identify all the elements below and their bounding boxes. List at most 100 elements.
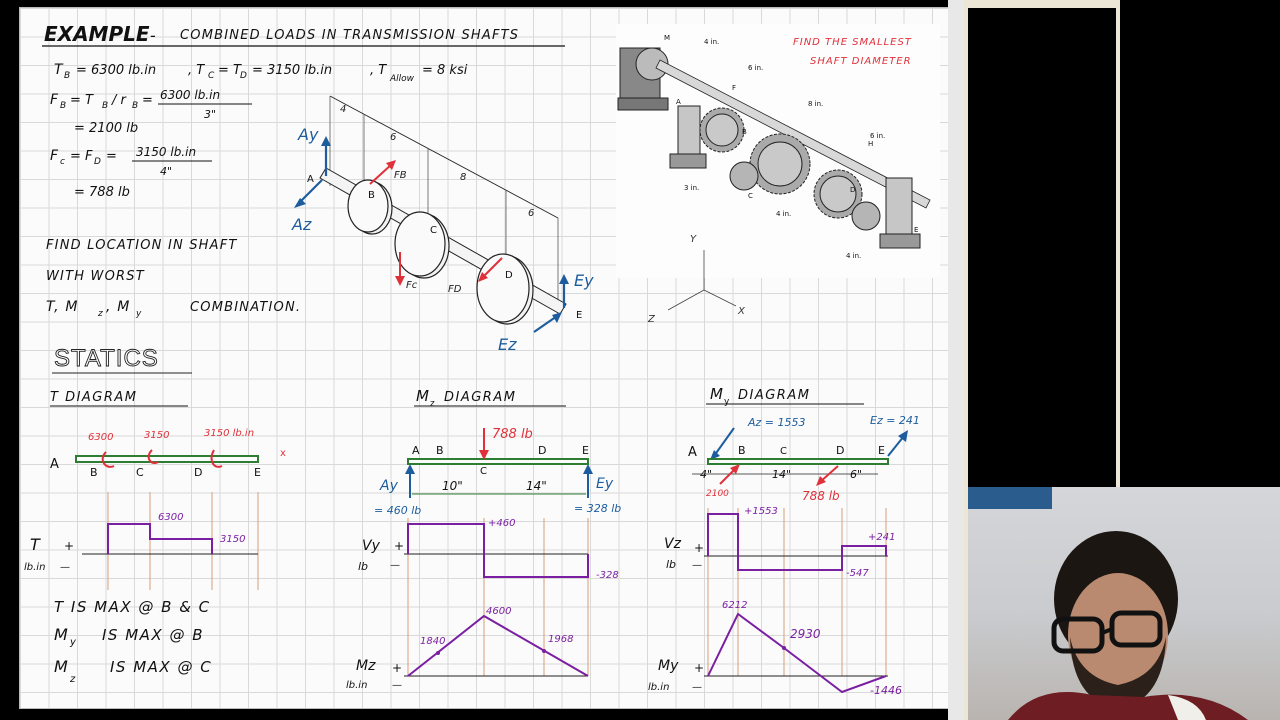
mz-value-4600: 4600: [486, 606, 511, 617]
sketch-dim-6a: 6: [390, 132, 396, 143]
my-axis-minus: —: [692, 682, 702, 693]
example-label: EXAMPLE: [44, 22, 150, 46]
sketch-fb: FB: [394, 170, 407, 181]
task-statement: FIND LOCATION IN SHAFT WITH WORST T, M z…: [46, 238, 300, 319]
figure-note-line2: SHAFT DIAMETER: [810, 56, 912, 67]
figure-label-c: C: [748, 192, 753, 200]
figure-label-e: E: [914, 226, 918, 234]
vy-value-neg: -328: [596, 570, 619, 581]
figure-note-line1: FIND THE SMALLEST: [793, 37, 912, 48]
vz-value-241: +241: [868, 532, 895, 543]
my-axis-label: My: [658, 658, 679, 674]
task-line-1: FIND LOCATION IN SHAFT: [46, 238, 238, 253]
my-shaft-bar: [707, 458, 889, 465]
mz-shaft-bar: [407, 458, 589, 465]
my-title-rest: DIAGRAM: [738, 388, 810, 403]
my-az-value: Az = 1553: [747, 416, 806, 429]
td-symbol: = T: [218, 63, 242, 78]
my-axis-plus: +: [694, 661, 704, 675]
mz-ay: Ay: [379, 478, 399, 494]
sketch-label-e: E: [576, 310, 582, 321]
mz-ay-value: = 460 lb: [374, 504, 421, 517]
my-force-2100: 2100: [706, 489, 729, 499]
figure-label-h: H: [868, 140, 873, 148]
example-dash: -: [150, 26, 156, 45]
vz-value-1553: +1553: [744, 506, 778, 517]
video-frame: EXAMPLE - COMBINED LOADS IN TRANSMISSION…: [0, 0, 1280, 720]
t-diagram-plot: [107, 523, 213, 554]
t-label-a: A: [50, 457, 59, 472]
sketch-az: Az: [291, 215, 312, 234]
vz-axis-label: Vz: [664, 536, 682, 552]
conclusions: T IS MAX @ B & C M y IS MAX @ B M z IS M…: [54, 598, 211, 685]
figure-label-d: D: [850, 186, 855, 194]
figure-dim-4in: 4 in.: [704, 38, 719, 46]
fc-result: = 788 lb: [74, 185, 130, 200]
mz-ey: Ey: [596, 476, 614, 492]
mz-title-sub: z: [430, 399, 435, 409]
t-label-b: B: [90, 466, 98, 479]
my-diagram-plot: [707, 612, 887, 694]
mz-axis-minus: —: [392, 680, 402, 691]
tc-symbol: , T: [188, 63, 205, 78]
conclusion-line-3-sub: z: [69, 674, 77, 685]
mz-force-788: 788 lb: [492, 427, 533, 442]
t-diagram-title: T DIAGRAM: [50, 390, 138, 405]
vy-diagram-plot: [407, 523, 589, 578]
figure-dim-6in: 6 in.: [748, 64, 763, 72]
axis-label-x: X: [737, 306, 746, 317]
fb-divider: / r: [111, 93, 128, 108]
my-value-1446: -1446: [870, 684, 902, 697]
page-title: COMBINED LOADS IN TRANSMISSION SHAFTS: [180, 28, 519, 43]
t-axis-minus: —: [60, 562, 70, 573]
my-value-6212: 6212: [722, 600, 747, 611]
fc-mid-subscript: D: [94, 157, 101, 167]
fc-subscript: c: [60, 157, 65, 167]
t-label-d: D: [194, 466, 202, 479]
figure-radius-4in-b: 4 in.: [846, 252, 861, 260]
mz-value-1968: 1968: [548, 634, 573, 645]
my-label-d: D: [836, 444, 844, 457]
mz-label-e: E: [582, 444, 589, 457]
mz-axis-label: Mz: [356, 658, 376, 674]
t-axis-unit: lb.in: [24, 562, 45, 573]
my-diagram: M y DIAGRAM Az = 1553 Ez = 241 A B C D E…: [648, 385, 920, 697]
vz-axis-plus: +: [694, 541, 704, 555]
my-label-a: A: [688, 445, 697, 460]
fc-denominator: 4": [160, 165, 172, 178]
mz-label-c: C: [480, 466, 487, 477]
sketch-label-d: D: [505, 270, 513, 281]
task-line-3-a: T, M: [46, 299, 79, 315]
sketch-dim-6b: 6: [528, 208, 534, 219]
sketch-label-b: B: [368, 190, 375, 201]
mz-title-m: M: [416, 387, 429, 405]
my-ez-value: Ez = 241: [870, 414, 920, 427]
figure-label-m: M: [664, 34, 670, 42]
my-title-m: M: [710, 385, 723, 403]
vy-axis-label: Vy: [362, 538, 381, 554]
fb-divider-subscript: B: [132, 101, 138, 111]
my-dim-4: 4": [700, 468, 712, 481]
task-line-3-sub2: y: [135, 309, 143, 319]
vy-axis-plus: +: [394, 539, 404, 553]
my-dim-6: 6": [850, 468, 862, 481]
fb-numerator: 6300 lb.in: [160, 88, 220, 102]
figure-dim-8in: 8 in.: [808, 100, 823, 108]
sketch-dim-4: 4: [340, 104, 346, 115]
shaft-sketch: 4 6 8 6 B C D A E Ay Az Ey Ez FB Fc FD: [291, 95, 594, 354]
vz-axis-minus: —: [692, 560, 702, 571]
figure-dim-6in-2: 6 in.: [870, 132, 885, 140]
my-label-e: E: [878, 444, 885, 457]
fc-symbol: F: [50, 148, 59, 164]
fc-equals: =: [106, 149, 117, 164]
figure-label-b: B: [742, 128, 747, 136]
my-force-788: 788 lb: [802, 489, 840, 503]
sheet-edge: [948, 0, 964, 720]
axis-label-z: Z: [647, 314, 656, 325]
figure-radius-3in: 3 in.: [684, 184, 699, 192]
conclusion-line-2-rest: IS MAX @ B: [102, 626, 204, 644]
t-value-3150: 3150: [220, 534, 245, 545]
t-torque-3150b: 3150 lb.in: [204, 428, 254, 439]
figure-label-a: A: [676, 98, 681, 106]
vz-value-547: -547: [846, 568, 869, 579]
